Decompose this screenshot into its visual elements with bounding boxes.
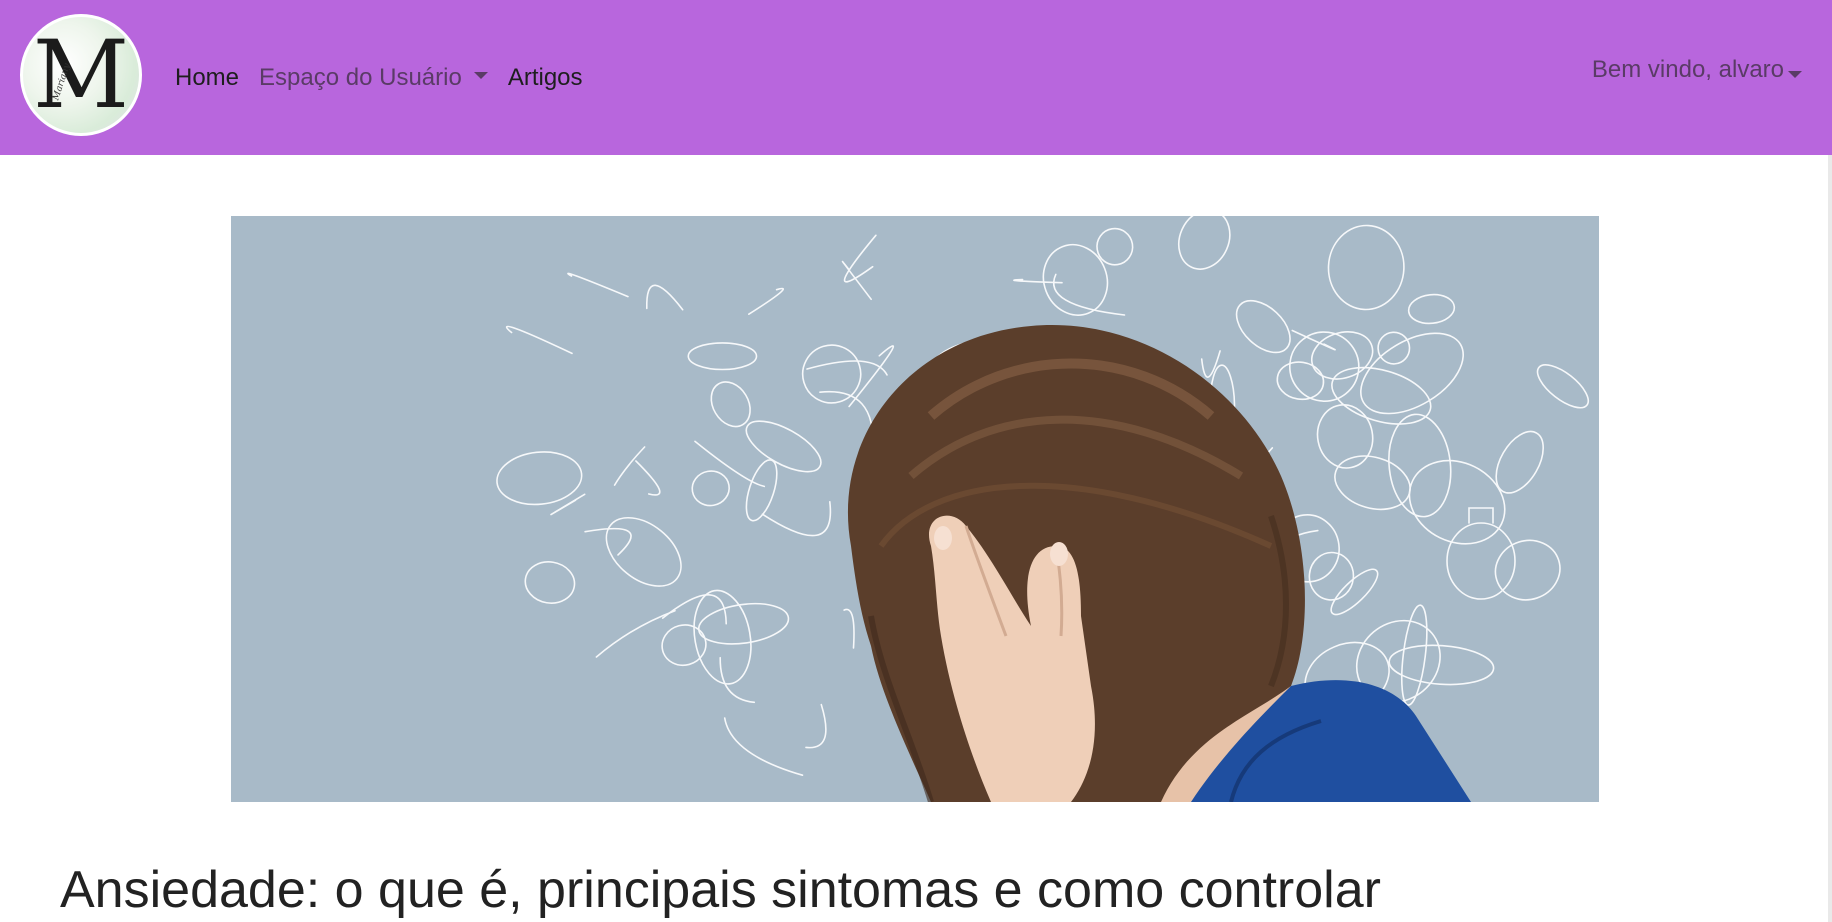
- chevron-down-icon: [473, 72, 488, 80]
- nav-home-link[interactable]: Home: [175, 60, 239, 96]
- nav-articles-link[interactable]: Artigos: [508, 60, 583, 96]
- nav-links: Home Espaço do Usuário Artigos: [175, 60, 603, 96]
- article-title: Ansiedade: o que é, principais sintomas …: [60, 861, 1381, 919]
- user-greeting: Bem vindo, alvaro: [1591, 56, 1784, 83]
- page-scrollbar[interactable]: [1828, 155, 1832, 922]
- user-menu-dropdown[interactable]: Bem vindo, alvaro: [1592, 52, 1802, 88]
- page: M Mariany Home Espaço do Usuário Artigos…: [0, 0, 1832, 922]
- nav-user-space-dropdown[interactable]: Espaço do Usuário: [259, 60, 488, 96]
- logo-letter: M: [32, 21, 130, 130]
- site-logo[interactable]: M Mariany: [20, 14, 142, 136]
- article-hero-image: [231, 216, 1599, 802]
- chevron-down-icon: [1788, 71, 1802, 79]
- stressed-woman-illustration: [231, 216, 1599, 802]
- nav-user-space-label: Espaço do Usuário: [259, 64, 462, 91]
- top-navbar: M Mariany Home Espaço do Usuário Artigos…: [0, 0, 1832, 155]
